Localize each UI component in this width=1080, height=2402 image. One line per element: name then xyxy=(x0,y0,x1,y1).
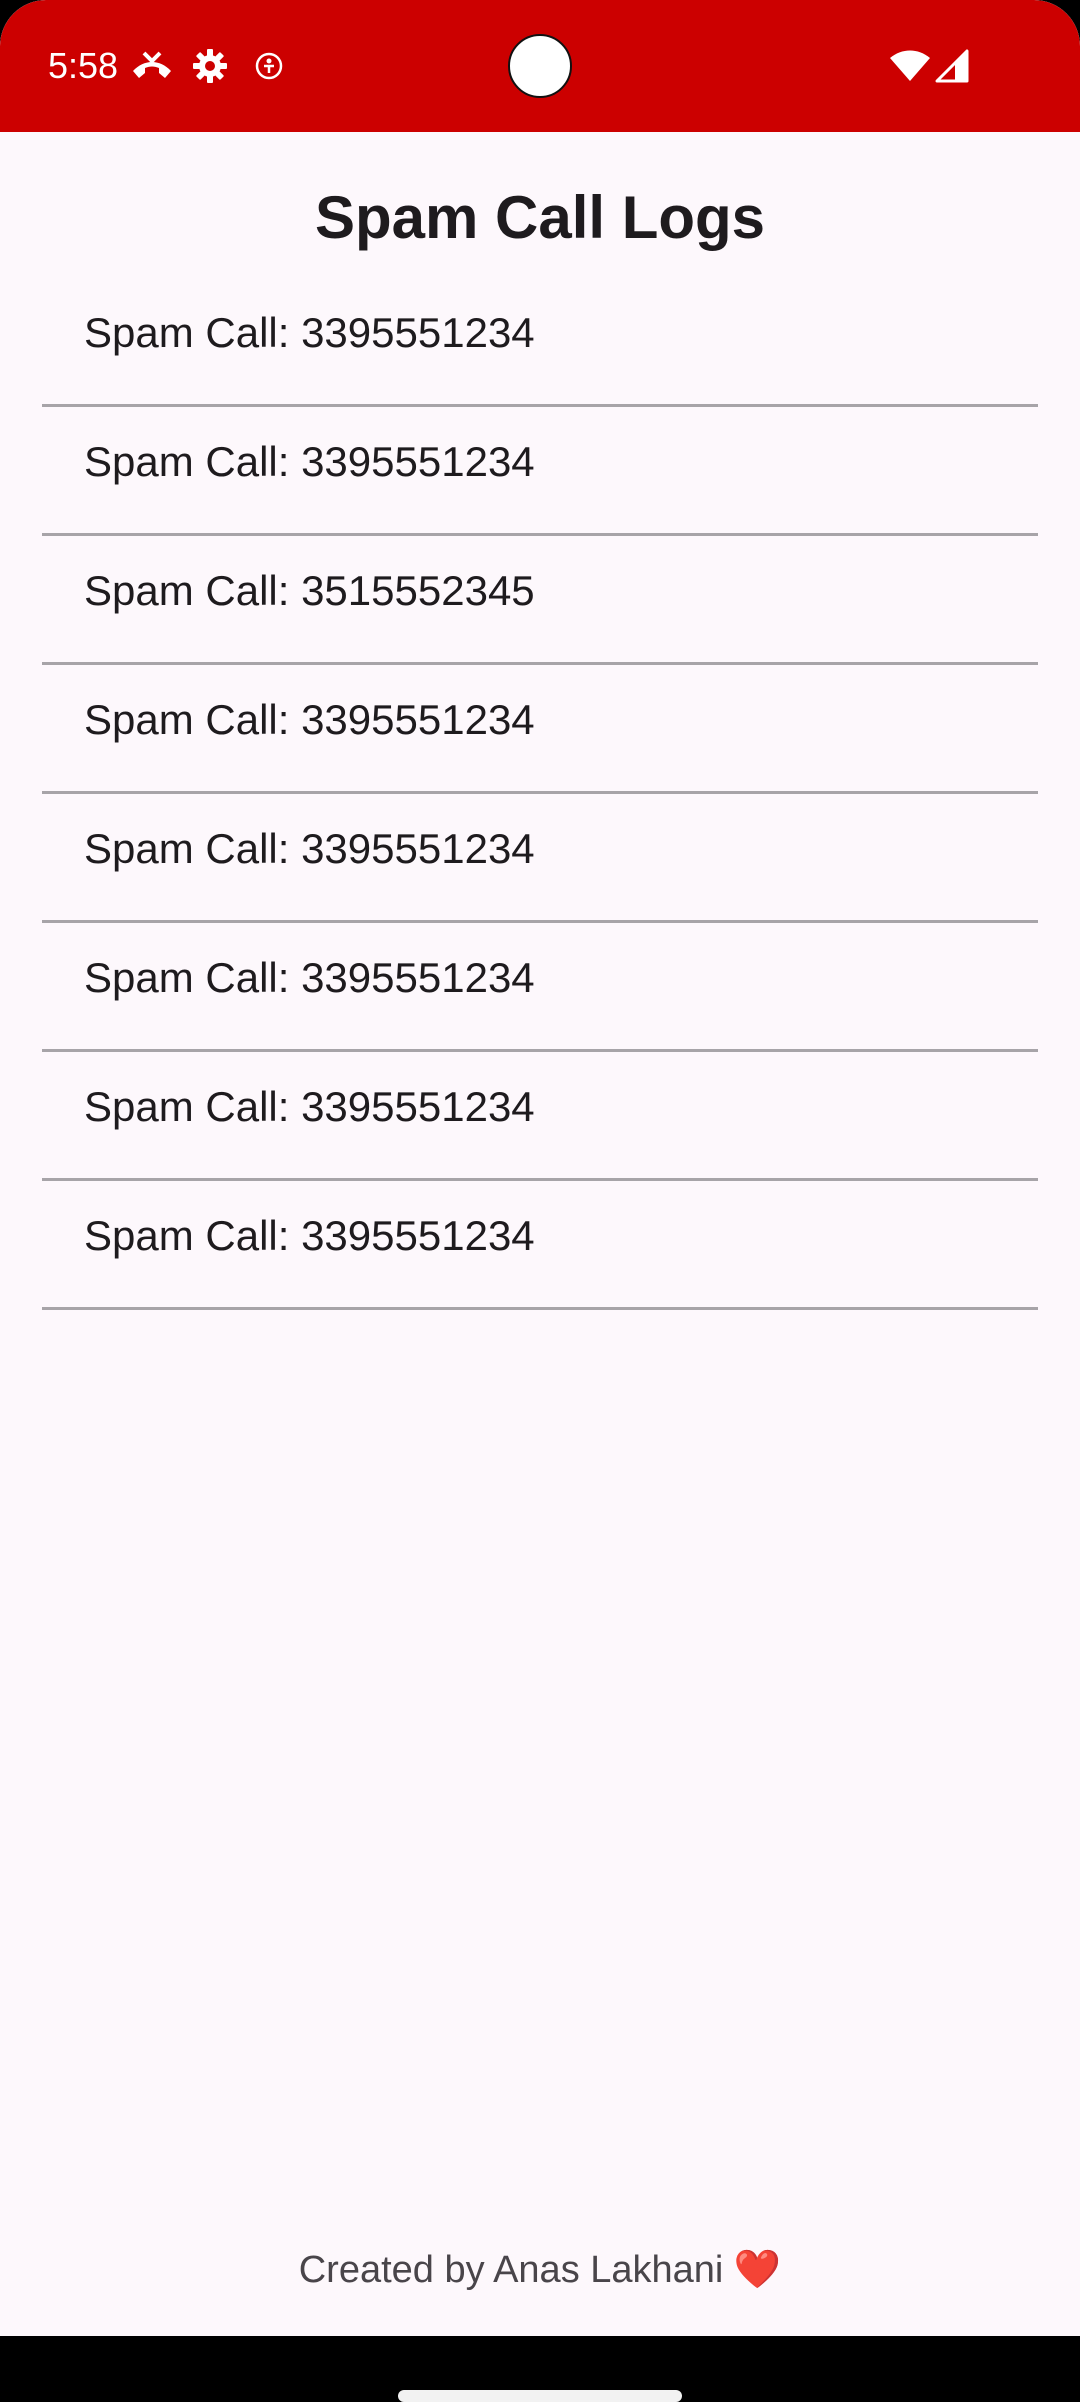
list-item[interactable]: Spam Call: 3395551234 xyxy=(42,923,1038,1052)
home-handle[interactable] xyxy=(398,2390,682,2402)
heart-icon: ❤️ xyxy=(733,2249,782,2291)
gear-icon xyxy=(190,46,230,86)
call-label: Spam Call: 3395551234 xyxy=(84,825,535,872)
call-label: Spam Call: 3515552345 xyxy=(84,567,535,614)
list-item[interactable]: Spam Call: 3395551234 xyxy=(42,794,1038,923)
footer-text: Created by Anas Lakhani xyxy=(298,2249,724,2291)
page-title: Spam Call Logs xyxy=(314,184,766,251)
call-label: Spam Call: 3395551234 xyxy=(84,438,535,485)
front-camera xyxy=(508,34,572,98)
call-label: Spam Call: 3395551234 xyxy=(84,309,535,356)
list-item[interactable]: Spam Call: 3395551234 xyxy=(42,278,1038,407)
list-item[interactable]: Spam Call: 3515552345 xyxy=(42,536,1038,665)
list-item[interactable]: Spam Call: 3395551234 xyxy=(42,407,1038,536)
spam-call-list[interactable]: Spam Call: 3395551234 Spam Call: 3395551… xyxy=(42,278,1038,1310)
call-label: Spam Call: 3395551234 xyxy=(84,696,535,743)
missed-call-icon xyxy=(130,46,174,86)
list-item[interactable]: Spam Call: 3395551234 xyxy=(42,1181,1038,1310)
footer-credit: Created by Anas Lakhani ❤️ xyxy=(0,2246,1080,2294)
status-bar: 5:58 xyxy=(0,0,1080,132)
cell-signal-icon xyxy=(934,46,970,86)
wifi-icon xyxy=(888,46,932,86)
accessibility-icon xyxy=(254,46,284,86)
call-label: Spam Call: 3395551234 xyxy=(84,954,535,1001)
app-screen: 5:58 Spam Call Logs Spam Call: 339555123… xyxy=(0,0,1080,2400)
call-label: Spam Call: 3395551234 xyxy=(84,1083,535,1130)
list-item[interactable]: Spam Call: 3395551234 xyxy=(42,665,1038,794)
status-time: 5:58 xyxy=(48,45,119,86)
call-label: Spam Call: 3395551234 xyxy=(84,1212,535,1259)
list-item[interactable]: Spam Call: 3395551234 xyxy=(42,1052,1038,1181)
